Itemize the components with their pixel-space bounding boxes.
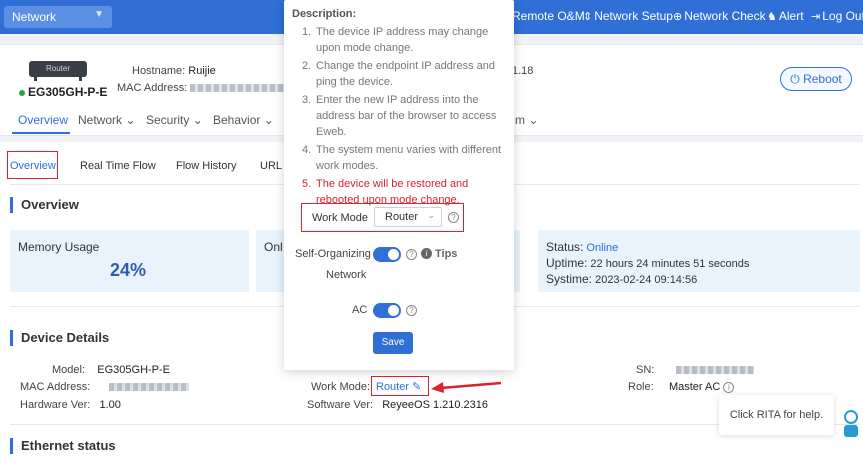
- status-card: Status: Online Uptime: 22 hours 24 minut…: [538, 230, 860, 292]
- self-organizing-label-2: Network: [326, 269, 367, 281]
- logout-icon: ⇥: [811, 11, 821, 23]
- ac-label: AC: [352, 304, 368, 316]
- subtab-overview[interactable]: Overview: [10, 160, 56, 172]
- mainnav-network[interactable]: Network ⌄: [78, 113, 135, 127]
- nav-log-out[interactable]: ⇥ Log Out: [811, 9, 863, 23]
- uptime-line: Uptime: 22 hours 24 minutes 51 seconds: [546, 256, 750, 270]
- online-status-dot: [19, 90, 25, 96]
- nav-network-check[interactable]: ⊕ Network Check: [673, 9, 766, 23]
- detail-role: Role: Master AC i: [628, 381, 735, 393]
- help-icon[interactable]: ?: [448, 212, 459, 223]
- detail-software-ver: Software Ver: ReyeeOS 1.210.2316: [307, 399, 489, 411]
- popup-description-title: Description:: [292, 8, 357, 20]
- self-organizing-label: Self-Organizing: [295, 248, 371, 260]
- popup-note-2: 2. Change the endpoint IP address and pin…: [302, 60, 495, 88]
- version-fragment: 1.18: [512, 65, 534, 77]
- mainnav-more[interactable]: m ⌄: [515, 113, 538, 127]
- work-mode-row: Work Mode Router ⌄ ?: [301, 203, 464, 232]
- ac-toggle[interactable]: [373, 303, 401, 318]
- device-details-title: Device Details: [10, 330, 109, 346]
- mac-address: MAC Address:: [117, 82, 291, 94]
- info-icon[interactable]: i: [723, 382, 735, 393]
- rita-help-bubble[interactable]: Click RITA for help.: [719, 395, 834, 435]
- edit-icon[interactable]: ✎: [412, 380, 424, 393]
- self-organizing-toggle[interactable]: [373, 247, 401, 262]
- active-tab-underline: [12, 132, 70, 134]
- nav-alert[interactable]: ♞ Alert: [767, 9, 804, 23]
- memory-usage-label: Memory Usage: [18, 240, 100, 254]
- popup-note-1: 1. The device IP address may change upon …: [302, 26, 489, 54]
- detail-work-mode-label: Work Mode:: [311, 381, 371, 393]
- hostname: Hostname: Ruijie: [132, 65, 216, 77]
- router-image: Router: [29, 61, 87, 77]
- memory-usage-card: Memory Usage 24%: [10, 230, 249, 292]
- mainnav-behavior[interactable]: Behavior ⌄: [213, 113, 274, 127]
- ethernet-status-title: Ethernet status: [10, 438, 116, 454]
- work-mode-link[interactable]: Router: [376, 381, 409, 393]
- network-select[interactable]: Network ▼: [4, 6, 112, 28]
- router-image-feet: [34, 77, 82, 81]
- alert-icon: ♞: [767, 11, 777, 23]
- save-button[interactable]: Save: [373, 332, 413, 354]
- work-mode-select[interactable]: Router ⌄: [374, 207, 442, 227]
- detail-model: Model: EG305GH-P-E: [52, 364, 171, 376]
- network-select-label: Network: [12, 10, 57, 24]
- red-arrow-annotation: [431, 381, 502, 393]
- power-icon: ⏻: [790, 72, 800, 86]
- work-mode-label: Work Mode: [312, 212, 369, 224]
- nav-remote-om[interactable]: Remote O&M: [512, 9, 585, 23]
- online-card-label: Onl: [264, 240, 283, 254]
- info-icon: i: [421, 248, 432, 259]
- network-setup-icon: ⇕: [583, 11, 593, 23]
- chevron-down-icon: ⌄: [427, 210, 435, 220]
- mainnav-security[interactable]: Security ⌄: [146, 113, 203, 127]
- status-line: Status: Online: [546, 240, 619, 254]
- memory-usage-value: 24%: [110, 260, 147, 280]
- online-card: Onl: [256, 230, 286, 292]
- popup-description-list: 1. The device IP address may change upon …: [302, 24, 509, 210]
- overview-section-title: Overview: [10, 197, 79, 213]
- help-icon[interactable]: ?: [406, 249, 417, 260]
- work-mode-popup: Description: 1. The device IP address may…: [284, 0, 514, 370]
- help-icon[interactable]: ?: [406, 305, 417, 316]
- subtab-flow-history[interactable]: Flow History: [176, 160, 237, 172]
- rita-avatar-icon[interactable]: [840, 405, 862, 439]
- tips-link[interactable]: Tips: [435, 248, 457, 260]
- popup-note-3: 3. Enter the new IP address into the addr…: [302, 94, 497, 138]
- chevron-down-icon: ▼: [94, 9, 104, 20]
- mainnav-overview[interactable]: Overview: [18, 113, 68, 127]
- systime-line: Systime: 2023-02-24 09:14:56: [546, 272, 698, 286]
- detail-sn: SN:: [636, 364, 754, 376]
- detail-hardware-ver: Hardware Ver: 1.00: [20, 399, 121, 411]
- subtab-real-time-flow[interactable]: Real Time Flow: [80, 160, 156, 172]
- device-model: EG305GH-P-E: [28, 85, 108, 99]
- reboot-button[interactable]: ⏻ Reboot: [780, 67, 852, 91]
- nav-network-setup[interactable]: ⇕ Network Setup: [583, 9, 673, 23]
- network-check-icon: ⊕: [673, 11, 683, 23]
- popup-note-4: 4. The system menu varies with different …: [302, 144, 502, 172]
- detail-mac-address: MAC Address:: [20, 381, 189, 393]
